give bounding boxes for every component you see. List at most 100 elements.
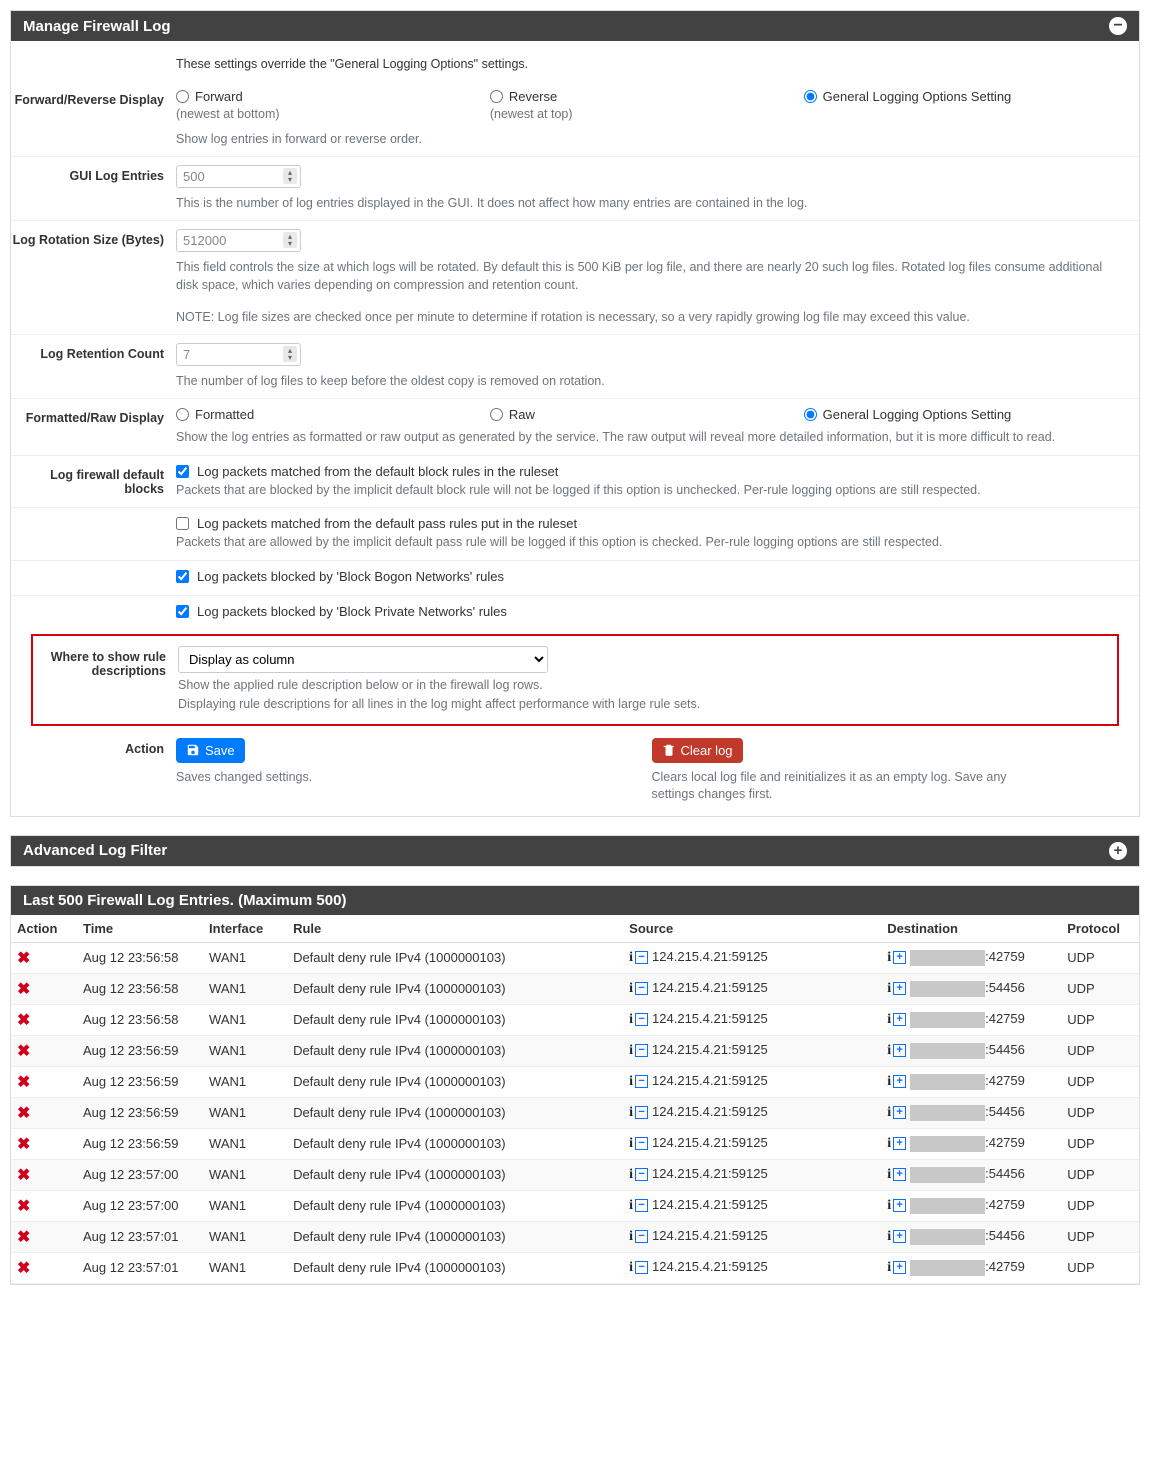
minus-box-icon[interactable]: − [635, 1013, 648, 1026]
minus-box-icon[interactable]: − [635, 1044, 648, 1057]
check-bogon[interactable]: Log packets blocked by 'Block Bogon Netw… [176, 569, 1127, 584]
radio-formatted[interactable]: Formatted [176, 407, 490, 422]
info-icon[interactable]: i [629, 1198, 633, 1213]
block-icon[interactable]: ✖ [17, 1229, 30, 1246]
block-icon[interactable]: ✖ [17, 1074, 30, 1091]
block-icon[interactable]: ✖ [17, 950, 30, 967]
th-interface: Interface [203, 915, 287, 943]
info-icon[interactable]: i [629, 1105, 633, 1120]
info-icon[interactable]: i [629, 1229, 633, 1244]
minus-box-icon[interactable]: − [635, 1168, 648, 1181]
plus-box-icon[interactable]: + [893, 1137, 906, 1150]
info-icon[interactable]: i [629, 981, 633, 996]
label-guientries: GUI Log Entries [11, 165, 176, 212]
info-icon[interactable]: i [887, 950, 891, 965]
stepper-icon[interactable]: ▴▾ [283, 232, 297, 248]
plus-box-icon[interactable]: + [893, 951, 906, 964]
radio-general-1[interactable]: General Logging Options Setting [804, 89, 1118, 104]
block-icon[interactable]: ✖ [17, 1012, 30, 1029]
plus-box-icon[interactable]: + [893, 1106, 906, 1119]
plus-box-icon[interactable]: + [893, 1261, 906, 1274]
minus-box-icon[interactable]: − [635, 1106, 648, 1119]
stepper-icon[interactable]: ▴▾ [283, 346, 297, 362]
hint-guientries: This is the number of log entries displa… [176, 194, 1127, 212]
plus-box-icon[interactable]: + [893, 1230, 906, 1243]
hint-ruledesc-1: Show the applied rule description below … [178, 677, 1105, 695]
table-row: ✖Aug 12 23:56:58WAN1Default deny rule IP… [11, 1004, 1139, 1035]
plus-box-icon[interactable]: + [893, 982, 906, 995]
block-icon[interactable]: ✖ [17, 1043, 30, 1060]
cell-interface: WAN1 [203, 1097, 287, 1128]
cell-time: Aug 12 23:57:00 [77, 1190, 203, 1221]
cell-rule: Default deny rule IPv4 (1000000103) [287, 1128, 623, 1159]
minus-box-icon[interactable]: − [635, 1137, 648, 1150]
check-default-block[interactable]: Log packets matched from the default blo… [176, 464, 1127, 479]
cell-interface: WAN1 [203, 1035, 287, 1066]
plus-box-icon[interactable]: + [893, 1044, 906, 1057]
info-icon[interactable]: i [629, 1043, 633, 1058]
panel-title-text: Manage Firewall Log [23, 18, 171, 35]
info-icon[interactable]: i [629, 1167, 633, 1182]
hint-fmtraw: Show the log entries as formatted or raw… [176, 428, 1127, 446]
save-button[interactable]: Save [176, 738, 245, 763]
check-private[interactable]: Log packets blocked by 'Block Private Ne… [176, 604, 1127, 619]
table-row: ✖Aug 12 23:56:58WAN1Default deny rule IP… [11, 942, 1139, 973]
clear-log-button[interactable]: Clear log [652, 738, 743, 763]
rule-desc-select[interactable]: Display as column [178, 646, 548, 673]
info-icon[interactable]: i [887, 1167, 891, 1182]
plus-box-icon[interactable]: + [893, 1013, 906, 1026]
stepper-icon[interactable]: ▴▾ [283, 168, 297, 184]
cell-source: i−124.215.4.21:59125 [623, 1097, 881, 1128]
panel-title-filter: Advanced Log Filter + [11, 836, 1139, 866]
minus-box-icon[interactable]: − [635, 982, 648, 995]
cell-rule: Default deny rule IPv4 (1000000103) [287, 942, 623, 973]
cell-protocol: UDP [1061, 1128, 1139, 1159]
check-default-pass[interactable]: Log packets matched from the default pas… [176, 516, 1127, 531]
block-icon[interactable]: ✖ [17, 1260, 30, 1277]
info-icon[interactable]: i [629, 1136, 633, 1151]
block-icon[interactable]: ✖ [17, 981, 30, 998]
info-icon[interactable]: i [887, 1136, 891, 1151]
cell-destination: i+:42759 [881, 1190, 1061, 1221]
plus-box-icon[interactable]: + [893, 1075, 906, 1088]
cell-destination: i+:54456 [881, 1221, 1061, 1252]
cell-time: Aug 12 23:57:01 [77, 1252, 203, 1283]
info-icon[interactable]: i [887, 1012, 891, 1027]
plus-icon[interactable]: + [1109, 842, 1127, 860]
info-icon[interactable]: i [629, 1260, 633, 1275]
info-icon[interactable]: i [887, 1229, 891, 1244]
block-icon[interactable]: ✖ [17, 1198, 30, 1215]
plus-box-icon[interactable]: + [893, 1199, 906, 1212]
radio-reverse[interactable]: Reverse [490, 89, 804, 104]
minus-box-icon[interactable]: − [635, 1075, 648, 1088]
minus-box-icon[interactable]: − [635, 1230, 648, 1243]
info-icon[interactable]: i [887, 1198, 891, 1213]
plus-box-icon[interactable]: + [893, 1168, 906, 1181]
cell-protocol: UDP [1061, 973, 1139, 1004]
radio-raw[interactable]: Raw [490, 407, 804, 422]
info-icon[interactable]: i [887, 1260, 891, 1275]
block-icon[interactable]: ✖ [17, 1136, 30, 1153]
label-action: Action [11, 738, 176, 804]
minus-icon[interactable]: − [1109, 17, 1127, 35]
info-icon[interactable]: i [629, 950, 633, 965]
block-icon[interactable]: ✖ [17, 1167, 30, 1184]
minus-box-icon[interactable]: − [635, 951, 648, 964]
log-table: Action Time Interface Rule Source Destin… [11, 915, 1139, 1284]
block-icon[interactable]: ✖ [17, 1105, 30, 1122]
table-row: ✖Aug 12 23:57:00WAN1Default deny rule IP… [11, 1190, 1139, 1221]
info-icon[interactable]: i [629, 1074, 633, 1089]
info-icon[interactable]: i [887, 1043, 891, 1058]
minus-box-icon[interactable]: − [635, 1261, 648, 1274]
table-row: ✖Aug 12 23:57:00WAN1Default deny rule IP… [11, 1159, 1139, 1190]
info-icon[interactable]: i [887, 1105, 891, 1120]
info-icon[interactable]: i [629, 1012, 633, 1027]
info-icon[interactable]: i [887, 981, 891, 996]
cell-protocol: UDP [1061, 1097, 1139, 1128]
radio-forward[interactable]: Forward [176, 89, 490, 104]
panel-title-text: Last 500 Firewall Log Entries. (Maximum … [23, 892, 346, 909]
info-icon[interactable]: i [887, 1074, 891, 1089]
radio-general-2[interactable]: General Logging Options Setting [804, 407, 1118, 422]
label-defblocks: Log firewall default blocks [11, 464, 176, 500]
minus-box-icon[interactable]: − [635, 1199, 648, 1212]
